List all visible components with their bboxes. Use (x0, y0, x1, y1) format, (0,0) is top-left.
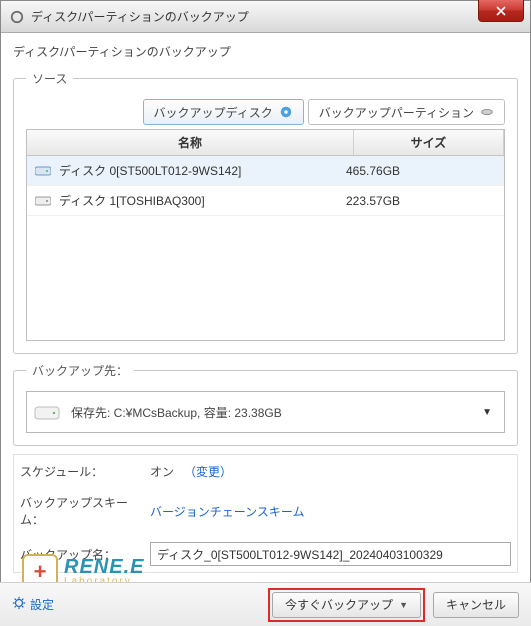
settings-link-label: 設定 (30, 596, 54, 613)
close-button[interactable] (478, 0, 524, 22)
backup-now-button[interactable]: 今すぐバックアップ ▼ (272, 592, 421, 618)
source-group: ソース バックアップディスク バックアップパーティション 名称 サイズ (13, 70, 518, 354)
chevron-down-icon: ▼ (476, 407, 498, 418)
settings-link[interactable]: 設定 (12, 596, 54, 613)
col-header-name[interactable]: 名称 (27, 130, 354, 155)
schedule-value: オン (150, 463, 174, 480)
disk-name: ディスク 1[TOSHIBAQ300] (59, 192, 205, 209)
cancel-button[interactable]: キャンセル (433, 592, 519, 618)
disk-size: 223.57GB (346, 194, 496, 208)
tab-backup-disk-label: バックアップディスク (154, 104, 273, 121)
scheme-value-link[interactable]: バージョンチェーンスキーム (150, 503, 305, 520)
col-header-size[interactable]: サイズ (354, 130, 504, 155)
destination-text: 保存先: C:¥MCsBackup, 容量: 23.38GB (71, 404, 476, 421)
destination-selector[interactable]: 保存先: C:¥MCsBackup, 容量: 23.38GB ▼ (26, 391, 505, 433)
backup-now-label: 今すぐバックアップ (285, 596, 393, 613)
disk-size: 465.76GB (346, 164, 496, 178)
disk-icon (279, 105, 293, 119)
page-heading: ディスク/パーティションのバックアップ (13, 43, 518, 60)
tab-backup-partition[interactable]: バックアップパーティション (308, 99, 505, 125)
source-tab-row: バックアップディスク バックアップパーティション (26, 99, 505, 125)
logo-text-main: RENE.E (64, 557, 144, 577)
drive-icon (33, 401, 61, 423)
primary-highlight: 今すぐバックアップ ▼ (268, 588, 425, 622)
footer-bar: 設定 今すぐバックアップ ▼ キャンセル (0, 582, 531, 626)
table-row[interactable]: ディスク 0[ST500LT012-9WS142] 465.76GB (27, 156, 504, 186)
source-legend: ソース (26, 70, 73, 87)
disk-table: 名称 サイズ ディスク 0[ST500LT012-9WS142] 465.76G… (26, 129, 505, 341)
disk-name: ディスク 0[ST500LT012-9WS142] (59, 162, 241, 179)
window-title: ディスク/パーティションのバックアップ (31, 8, 249, 25)
destination-legend: バックアップ先： (26, 362, 134, 379)
backup-name-input[interactable] (150, 542, 511, 566)
hard-disk-icon (35, 163, 51, 179)
destination-group: バックアップ先： 保存先: C:¥MCsBackup, 容量: 23.38GB … (13, 362, 518, 446)
app-icon (9, 9, 25, 25)
table-row[interactable]: ディスク 1[TOSHIBAQ300] 223.57GB (27, 186, 504, 216)
cancel-label: キャンセル (446, 596, 506, 613)
scheme-label: バックアップスキーム： (20, 494, 150, 528)
tab-backup-partition-label: バックアップパーティション (319, 104, 474, 121)
gear-icon (12, 596, 26, 613)
partition-icon (480, 105, 494, 119)
schedule-label: スケジュール： (20, 463, 150, 480)
chevron-down-icon: ▼ (399, 600, 408, 610)
tab-backup-disk[interactable]: バックアップディスク (143, 99, 304, 125)
schedule-change-link[interactable]: （変更） (184, 463, 232, 480)
table-header-row: 名称 サイズ (27, 130, 504, 156)
hard-disk-icon (35, 193, 51, 209)
